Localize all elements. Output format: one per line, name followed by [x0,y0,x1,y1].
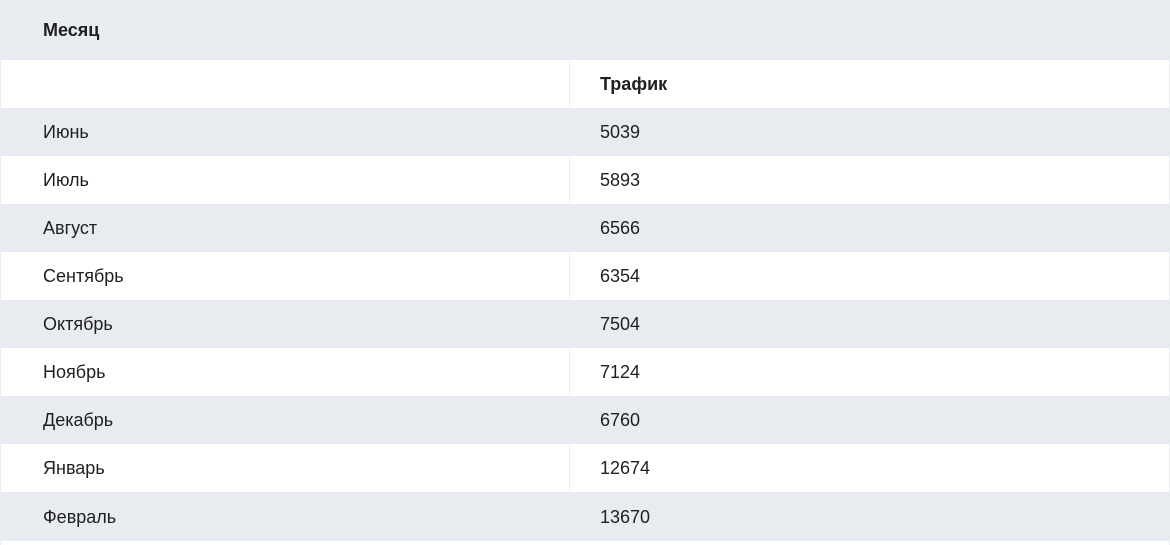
table-row: Август 6566 [1,204,1169,252]
traffic-cell: 13670 [600,506,651,527]
traffic-cell: 12674 [600,458,651,478]
table-row: Февраль 13670 [1,492,1169,541]
month-cell: Ноябрь [1,348,570,396]
traffic-cell: 6760 [600,410,641,430]
traffic-cell: 7504 [600,314,641,334]
month-cell: Октябрь [1,300,570,348]
month-header: Месяц [43,20,100,40]
traffic-cell: 6354 [600,266,641,286]
traffic-cell: 5893 [600,170,641,190]
table-header-row: Месяц [1,0,1169,60]
column-header-row: Трафик [1,60,1169,108]
month-cell: Август [1,204,570,252]
month-cell: Январь [1,444,570,492]
month-cell: Сентябрь [1,252,570,300]
traffic-cell: 6566 [600,218,641,238]
traffic-cell: 5039 [600,122,641,142]
table-row: Октябрь 7504 [1,300,1169,348]
table-row: Сентябрь 6354 [1,252,1169,300]
table-row: Июнь 5039 [1,108,1169,156]
table-row: Январь 12674 [1,444,1169,492]
month-header-spacer [1,60,570,108]
table-row: Декабрь 6760 [1,396,1169,444]
month-cell: Июнь [1,108,570,156]
month-cell: Февраль [43,506,117,527]
traffic-header: Трафик [600,74,668,94]
month-cell: Июль [1,156,570,204]
traffic-table: Месяц Трафик Июнь 5039 Июль 5893 Август … [0,0,1170,545]
traffic-cell: 7124 [600,362,641,382]
table-row: Июль 5893 [1,156,1169,204]
table-row: Ноябрь 7124 [1,348,1169,396]
month-cell: Декабрь [1,396,570,444]
